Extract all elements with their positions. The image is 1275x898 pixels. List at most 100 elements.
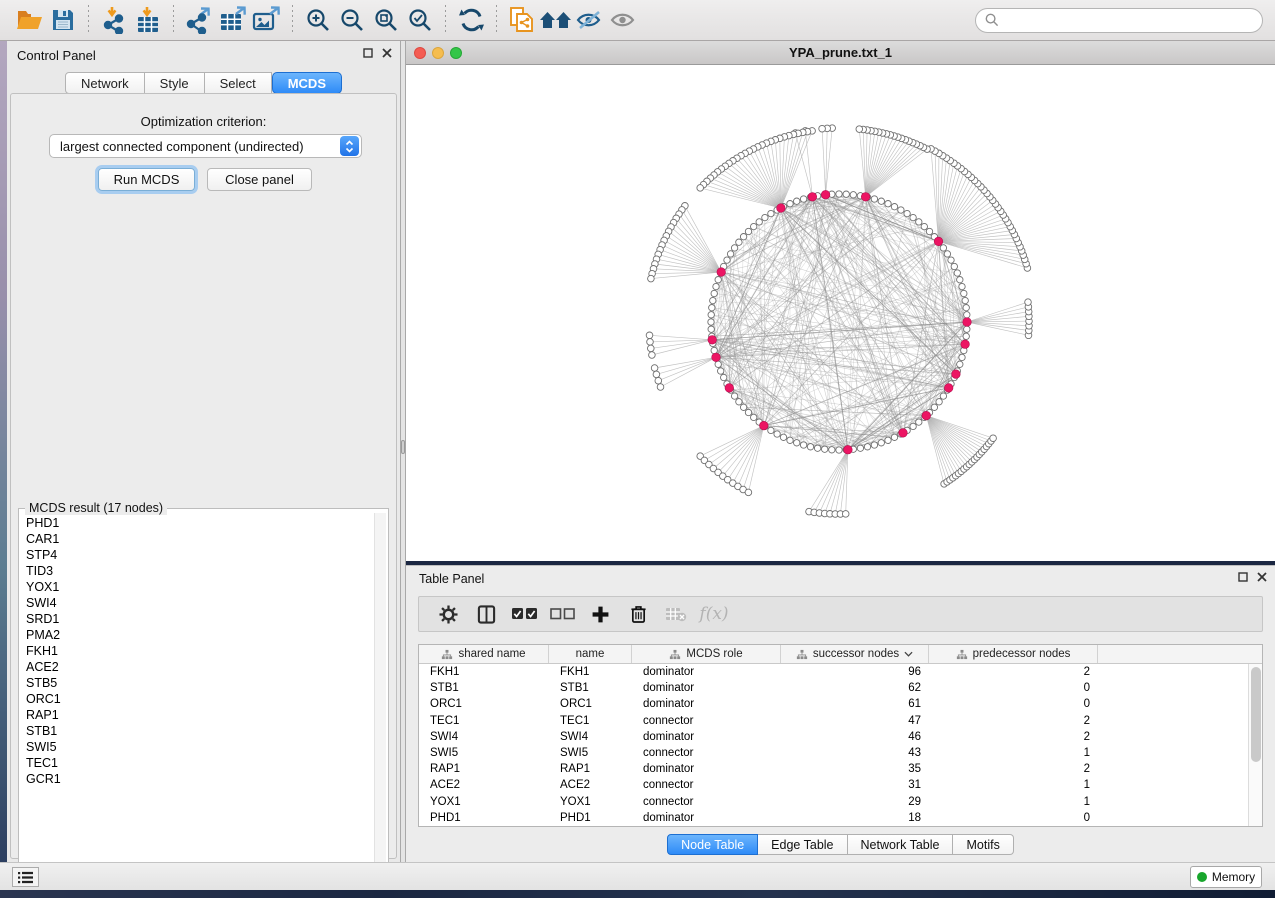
show-all-icon[interactable] xyxy=(607,5,641,35)
mcds-result-item[interactable]: STB1 xyxy=(20,723,372,739)
mcds-result-item[interactable]: RAP1 xyxy=(20,707,372,723)
graph-leaf-node[interactable] xyxy=(842,511,849,518)
graph-node[interactable] xyxy=(850,192,856,198)
graph-node[interactable] xyxy=(751,414,757,420)
graph-node[interactable] xyxy=(916,419,922,425)
open-icon[interactable] xyxy=(12,5,46,35)
graph-leaf-node[interactable] xyxy=(649,352,656,359)
table-cell[interactable]: STB1 xyxy=(419,682,549,694)
memory-button[interactable]: Memory xyxy=(1190,866,1262,888)
table-cell[interactable]: 62 xyxy=(781,682,929,694)
mcds-result-item[interactable]: TID3 xyxy=(20,563,372,579)
network-titlebar[interactable]: YPA_prune.txt_1 xyxy=(406,41,1275,65)
column-header[interactable]: predecessor nodes xyxy=(929,645,1098,663)
table-row[interactable]: YOX1YOX1connector291 xyxy=(419,794,1248,810)
graph-node[interactable] xyxy=(736,239,742,245)
graph-node[interactable] xyxy=(715,361,721,367)
graph-mcds-node[interactable] xyxy=(899,429,908,438)
table-cell[interactable]: dominator xyxy=(632,666,781,678)
table-cell[interactable]: SWI5 xyxy=(549,747,632,759)
graph-node[interactable] xyxy=(931,404,937,410)
graph-leaf-node[interactable] xyxy=(651,365,658,372)
graph-node[interactable] xyxy=(963,333,969,339)
table-cell[interactable]: dominator xyxy=(632,682,781,694)
graph-node[interactable] xyxy=(807,444,813,450)
zoom-selected-icon[interactable] xyxy=(403,5,437,35)
table-cell[interactable]: 18 xyxy=(781,812,929,824)
graph-leaf-node[interactable] xyxy=(856,126,863,133)
graph-node[interactable] xyxy=(708,326,714,332)
tab-edge-table[interactable]: Edge Table xyxy=(758,834,847,855)
table-cell[interactable]: ORC1 xyxy=(419,698,549,710)
graph-node[interactable] xyxy=(891,204,897,210)
table-cell[interactable]: ACE2 xyxy=(419,779,549,791)
criterion-dropdown[interactable]: largest connected component (undirected) xyxy=(49,134,362,158)
graph-node[interactable] xyxy=(836,191,842,197)
graph-node[interactable] xyxy=(731,393,737,399)
graph-node[interactable] xyxy=(800,196,806,202)
graph-node[interactable] xyxy=(736,399,742,405)
table-cell[interactable]: 96 xyxy=(781,666,929,678)
graph-mcds-node[interactable] xyxy=(821,190,830,199)
mcds-result-item[interactable]: FKH1 xyxy=(20,643,372,659)
graph-node[interactable] xyxy=(878,198,884,204)
graph-node[interactable] xyxy=(724,257,730,263)
export-network-icon[interactable] xyxy=(182,5,216,35)
graph-node[interactable] xyxy=(829,447,835,453)
graph-mcds-node[interactable] xyxy=(922,411,931,420)
graph-node[interactable] xyxy=(794,198,800,204)
export-image-icon[interactable] xyxy=(250,5,284,35)
duplicate-network-icon[interactable] xyxy=(505,5,539,35)
graph-node[interactable] xyxy=(957,361,963,367)
column-header[interactable]: name xyxy=(549,645,632,663)
graph-node[interactable] xyxy=(954,270,960,276)
table-cell[interactable]: FKH1 xyxy=(549,666,632,678)
zoom-in-icon[interactable] xyxy=(301,5,335,35)
graph-mcds-node[interactable] xyxy=(777,204,786,213)
table-cell[interactable]: 2 xyxy=(929,666,1098,678)
graph-node[interactable] xyxy=(774,431,780,437)
table-cell[interactable]: 61 xyxy=(781,698,929,710)
graph-leaf-node[interactable] xyxy=(819,125,826,132)
graph-node[interactable] xyxy=(944,251,950,257)
graph-node[interactable] xyxy=(768,427,774,433)
graph-node[interactable] xyxy=(936,399,942,405)
table-cell[interactable]: 31 xyxy=(781,779,929,791)
graph-node[interactable] xyxy=(814,445,820,451)
table-cell[interactable]: PHD1 xyxy=(549,812,632,824)
mcds-result-item[interactable]: STP4 xyxy=(20,547,372,563)
graph-node[interactable] xyxy=(740,234,746,240)
graph-node[interactable] xyxy=(780,434,786,440)
import-table-icon[interactable] xyxy=(131,5,165,35)
table-row[interactable]: ORC1ORC1dominator610 xyxy=(419,696,1248,712)
zoom-fit-icon[interactable] xyxy=(369,5,403,35)
graph-node[interactable] xyxy=(940,245,946,251)
deselect-all-icon[interactable] xyxy=(543,599,581,629)
graph-leaf-node[interactable] xyxy=(646,332,653,339)
columns-icon[interactable] xyxy=(467,599,505,629)
graph-node[interactable] xyxy=(885,437,891,443)
mcds-result-item[interactable]: SRD1 xyxy=(20,611,372,627)
graph-node[interactable] xyxy=(713,283,719,289)
table-cell[interactable]: dominator xyxy=(632,731,781,743)
graph-node[interactable] xyxy=(822,446,828,452)
search-input[interactable] xyxy=(1004,13,1253,27)
table-cell[interactable]: 47 xyxy=(781,715,929,727)
column-header[interactable]: successor nodes xyxy=(781,645,929,663)
table-cell[interactable]: 1 xyxy=(929,779,1098,791)
delete-column-icon[interactable] xyxy=(657,599,695,629)
graph-node[interactable] xyxy=(904,210,910,216)
graph-leaf-node[interactable] xyxy=(648,345,655,352)
graph-mcds-node[interactable] xyxy=(712,353,721,362)
close-panel-icon[interactable] xyxy=(382,48,392,58)
table-row[interactable]: TEC1TEC1connector472 xyxy=(419,713,1248,729)
graph-node[interactable] xyxy=(794,440,800,446)
table-row[interactable]: SWI4SWI4dominator462 xyxy=(419,729,1248,745)
table-cell[interactable]: TEC1 xyxy=(419,715,549,727)
table-cell[interactable]: dominator xyxy=(632,698,781,710)
graph-node[interactable] xyxy=(964,326,970,332)
table-cell[interactable]: ACE2 xyxy=(549,779,632,791)
mcds-result-list[interactable]: PHD1CAR1STP4TID3YOX1SWI4SRD1PMA2FKH1ACE2… xyxy=(20,515,372,875)
mcds-result-item[interactable]: SWI5 xyxy=(20,739,372,755)
export-table-icon[interactable] xyxy=(216,5,250,35)
